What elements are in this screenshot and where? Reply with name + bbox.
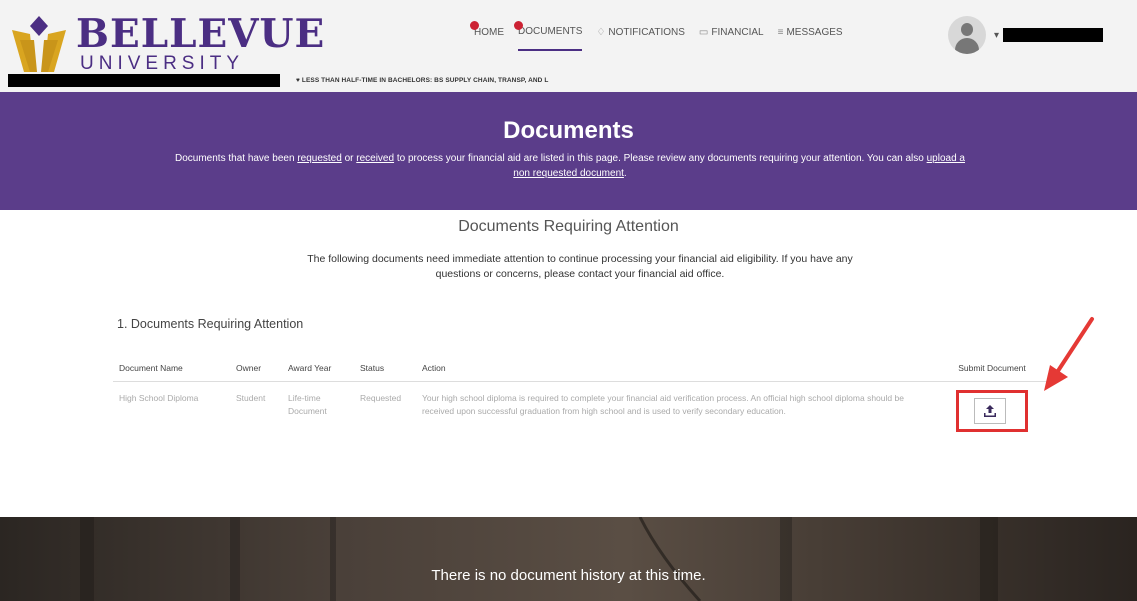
cell-action: Your high school diploma is required to … <box>422 393 904 416</box>
col-document-name: Document Name <box>113 353 230 382</box>
nav-home-label: HOME <box>474 27 504 38</box>
upload-button[interactable] <box>974 398 1006 424</box>
col-status: Status <box>354 353 416 382</box>
messages-icon: ≡ <box>777 27 784 38</box>
user-icon: ▾ <box>994 29 1000 41</box>
banner-text-2: or <box>341 153 357 164</box>
document-history-footer: There is no document history at this tim… <box>0 517 1137 601</box>
col-award-year: Award Year <box>282 353 354 382</box>
nav-home[interactable]: HOME <box>470 21 504 51</box>
nav-financial-label: FINANCIAL <box>711 27 764 38</box>
redacted-student-id <box>8 74 280 87</box>
redacted-user-name <box>1003 28 1104 42</box>
logo-title: BELLEVUE <box>76 11 326 57</box>
banner-description: Documents that have been requested or re… <box>170 151 970 181</box>
no-history-message: There is no document history at this tim… <box>431 567 706 584</box>
nav-notifications-label: NOTIFICATIONS <box>608 27 685 38</box>
notification-badge <box>514 21 523 30</box>
program-label: LESS THAN HALF-TIME IN BACHELORS: BS SUP… <box>301 77 549 84</box>
table-header-row: Document Name Owner Award Year Status Ac… <box>113 353 1048 382</box>
user-menu[interactable]: ▾ <box>994 28 1104 42</box>
main-nav: HOME DOCUMENTS ♢ NOTIFICATIONS ▭ FINANCI… <box>470 21 843 51</box>
upload-icon <box>984 405 996 417</box>
annotation-arrow-icon <box>1044 317 1094 391</box>
program-info: ♥ LESS THAN HALF-TIME IN BACHELORS: BS S… <box>296 77 549 84</box>
received-link[interactable]: received <box>356 153 394 164</box>
notification-badge <box>470 21 479 30</box>
banner-text-1: Documents that have been <box>175 153 298 164</box>
header: BELLEVUE UNIVERSITY HOME DOCUMENTS ♢ NOT… <box>0 0 1137 92</box>
avatar[interactable] <box>948 16 986 54</box>
nav-documents[interactable]: DOCUMENTS <box>514 21 583 51</box>
banner-text-3: to process your financial aid are listed… <box>394 153 927 164</box>
cell-submit-document <box>936 382 1048 447</box>
col-submit-document: Submit Document <box>936 353 1048 382</box>
card-icon: ▭ <box>698 27 709 38</box>
bell-icon: ♢ <box>596 27 606 38</box>
col-owner: Owner <box>230 353 282 382</box>
bellevue-logo[interactable]: BELLEVUE UNIVERSITY <box>8 12 324 74</box>
highlight-box <box>956 390 1028 432</box>
subsection-title: 1. Documents Requiring Attention <box>117 317 304 331</box>
nav-notifications[interactable]: ♢ NOTIFICATIONS <box>596 26 684 51</box>
page-title: Documents <box>503 117 634 144</box>
cell-document-name: High School Diploma <box>119 393 199 403</box>
nav-messages-label: MESSAGES <box>786 27 843 38</box>
cell-award-year: Life-time Document <box>288 393 327 416</box>
banner-text-4: . <box>623 168 627 179</box>
documents-table: Document Name Owner Award Year Status Ac… <box>113 353 1048 446</box>
logo-subtitle: UNIVERSITY <box>80 53 245 74</box>
nav-financial[interactable]: ▭ FINANCIAL <box>699 26 764 51</box>
cell-owner: Student <box>236 393 266 403</box>
table-row: High School Diploma Student Life-time Do… <box>113 382 1048 447</box>
footer-background-image <box>80 517 998 601</box>
section-description: The following documents need immediate a… <box>307 253 853 280</box>
requested-link[interactable]: requested <box>297 153 341 164</box>
page-banner: Documents Documents that have been reque… <box>0 92 1137 210</box>
nav-documents-label: DOCUMENTS <box>518 26 583 37</box>
nav-messages[interactable]: ≡ MESSAGES <box>778 26 843 51</box>
cell-status: Requested <box>360 393 402 403</box>
col-action: Action <box>416 353 936 382</box>
section-title: Documents Requiring Attention <box>458 218 679 235</box>
logo-mark-icon <box>12 16 66 72</box>
